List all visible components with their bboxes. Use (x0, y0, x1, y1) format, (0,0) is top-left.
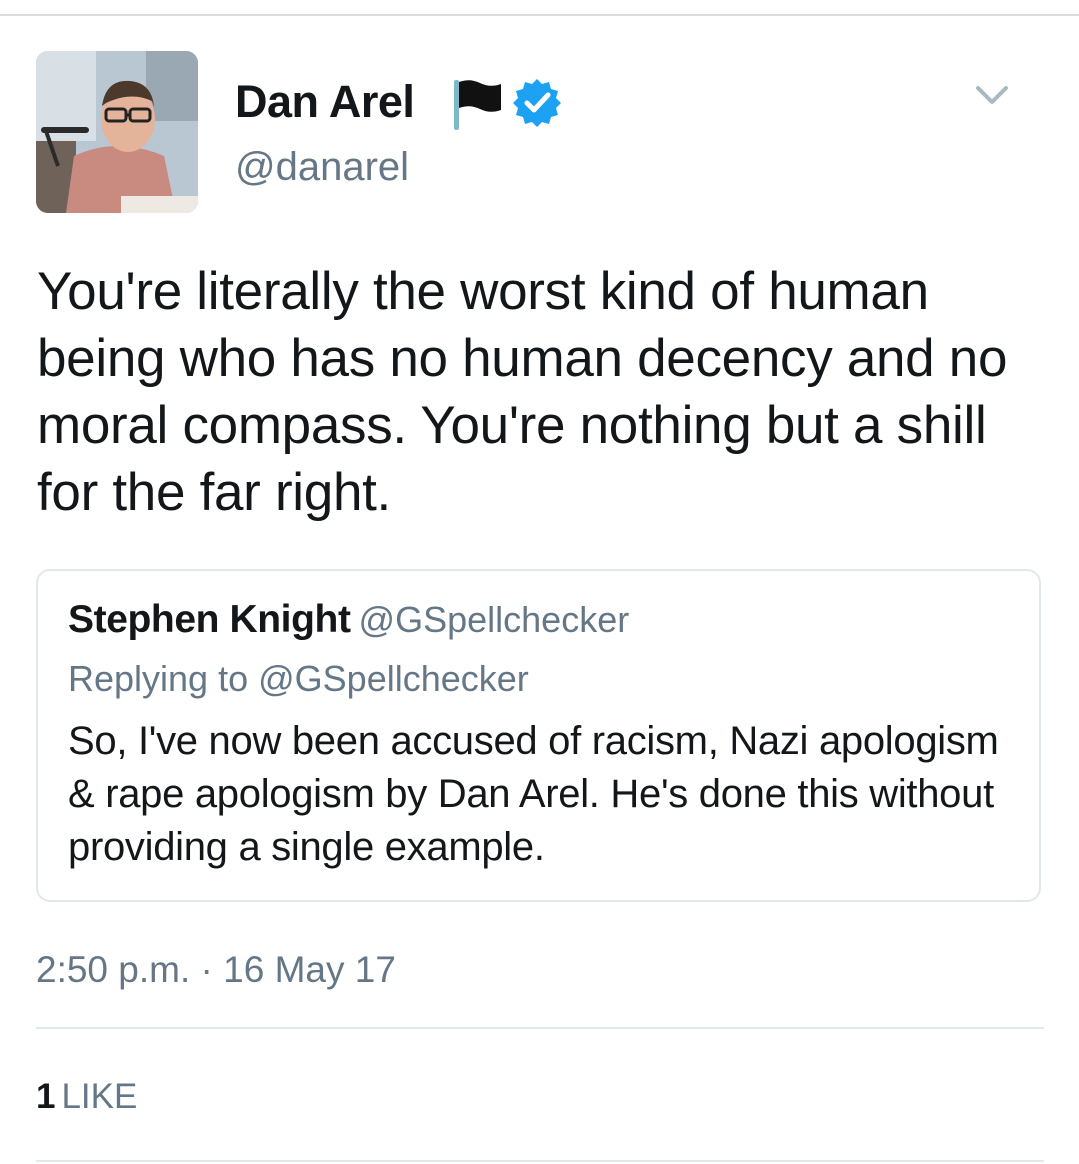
quoted-tweet-card[interactable]: Stephen Knight @GSpellchecker Replying to… (36, 569, 1041, 902)
likes-number: 1 (36, 1077, 56, 1116)
author-display-name[interactable]: Dan Arel (235, 76, 415, 128)
likes-count[interactable]: 1 LIKE (36, 1075, 137, 1119)
black-flag-icon (454, 80, 501, 130)
divider (36, 1027, 1044, 1029)
verified-badge-icon (513, 79, 561, 127)
quoted-tweet-text: So, I've now been accused of racism, Naz… (68, 719, 999, 869)
likes-label: LIKE (61, 1077, 138, 1116)
quoted-author-name: Stephen Knight (68, 598, 351, 641)
divider (36, 1160, 1044, 1162)
top-divider (0, 14, 1079, 16)
tweet-timestamp[interactable]: 2:50 p.m. · 16 May 17 (36, 947, 396, 993)
quoted-replying-to: Replying to @GSpellchecker (68, 658, 529, 699)
chevron-down-icon[interactable] (972, 78, 1012, 114)
avatar[interactable] (36, 51, 198, 213)
author-handle[interactable]: @danarel (235, 142, 409, 192)
quoted-author-line: Stephen Knight @GSpellchecker (68, 597, 629, 643)
tweet-text: You're literally the worst kind of human… (37, 262, 1008, 522)
quoted-author-handle: @GSpellchecker (358, 599, 630, 640)
